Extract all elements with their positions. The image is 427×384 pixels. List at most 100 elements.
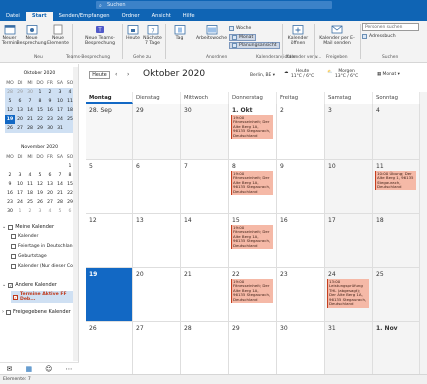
day-cell[interactable]: 13: [133, 214, 181, 268]
mini-day[interactable]: 21: [25, 115, 35, 124]
day-cell[interactable]: 1. Nov: [373, 322, 420, 376]
day-cell[interactable]: 12: [86, 214, 133, 268]
checkbox[interactable]: [11, 264, 16, 269]
mini-day[interactable]: 3: [35, 207, 45, 216]
mini-day[interactable]: 1: [35, 88, 45, 97]
mail-icon[interactable]: ✉: [7, 365, 13, 373]
day-cell[interactable]: 26: [86, 322, 133, 376]
mini-day[interactable]: 30: [25, 88, 35, 97]
day-cell[interactable]: 3: [325, 104, 373, 160]
mini-day[interactable]: 17: [15, 189, 25, 198]
checkbox-checked[interactable]: ✓: [13, 294, 18, 300]
day-cell[interactable]: 9: [277, 160, 325, 214]
day-cell[interactable]: 15 19:00 Fitnesseinheit; Der Alte Berg 1A…: [229, 214, 277, 268]
view-selector[interactable]: ▦ Monat ▾: [377, 72, 400, 77]
checkbox[interactable]: [11, 254, 16, 259]
day-cell[interactable]: 25: [373, 268, 420, 322]
day-cell[interactable]: 23: [277, 268, 325, 322]
mini-day[interactable]: 2: [45, 88, 55, 97]
day-cell[interactable]: 16: [277, 214, 325, 268]
new-meeting-button[interactable]: Neue Besprechung: [16, 24, 47, 46]
teams-meeting-button[interactable]: T Neue Teams-Besprechung: [80, 24, 120, 46]
next7-button[interactable]: 7 Nächste 7 Tage: [142, 24, 163, 46]
day-cell[interactable]: 31: [325, 322, 373, 376]
day-cell[interactable]: 21: [181, 268, 229, 322]
more-icon[interactable]: ⋯: [65, 365, 72, 373]
mini-day[interactable]: 28: [55, 198, 65, 207]
day-cell[interactable]: 14: [181, 214, 229, 268]
day-cell[interactable]: 20: [133, 268, 181, 322]
calendar-event[interactable]: 10:00 Übung; Der Alte Berg 1, 96135 Steg…: [375, 171, 416, 191]
day-cell[interactable]: 22 19:00 Fitnesseinheit; Der Alte Berg 1A…: [229, 268, 277, 322]
workweek-view-button[interactable]: Arbeitswoche: [195, 24, 228, 41]
calendar-item[interactable]: Kalender (Nur dieser Co...: [11, 264, 77, 269]
new-appointment-button[interactable]: Neuer Termin: [1, 24, 18, 46]
day-cell[interactable]: 29: [229, 322, 277, 376]
mini-day[interactable]: 30: [45, 124, 55, 133]
day-cell[interactable]: 19: [86, 268, 133, 322]
mini-day[interactable]: 17: [55, 106, 65, 115]
day-cell[interactable]: 28: [181, 322, 229, 376]
mini-day[interactable]: 2: [25, 207, 35, 216]
mini-day[interactable]: 10: [55, 97, 65, 106]
tab-help[interactable]: Hilfe: [177, 12, 201, 21]
checkbox[interactable]: [11, 234, 16, 239]
folder-pane-scrollbar[interactable]: [73, 67, 78, 361]
mini-day[interactable]: 20: [45, 189, 55, 198]
other-calendars-header[interactable]: ⌄ ✓ Andere Kalender: [2, 282, 57, 288]
mini-day[interactable]: 6: [15, 97, 25, 106]
mini-day[interactable]: 21: [55, 189, 65, 198]
day-cell[interactable]: 24 13:00 Leistungsprüfung THL (abgesagt);…: [325, 268, 373, 322]
next-month-icon[interactable]: ›: [127, 71, 129, 78]
mini-day[interactable]: 30: [5, 207, 15, 216]
schedule-view-button[interactable]: Planungsansicht: [229, 42, 280, 49]
day-cell[interactable]: 28. Sep: [86, 104, 133, 160]
mini-day[interactable]: 26: [5, 124, 15, 133]
day-cell[interactable]: 29: [133, 104, 181, 160]
mini-day[interactable]: 7: [25, 97, 35, 106]
calendar-item-active[interactable]: ✓ Termine Aktive FF Deb...: [11, 291, 78, 303]
day-view-button[interactable]: Tag: [166, 24, 193, 41]
mini-day[interactable]: 29: [35, 124, 45, 133]
mini-day[interactable]: 9: [45, 97, 55, 106]
day-cell[interactable]: 11 10:00 Übung; Der Alte Berg 1, 96135 St…: [373, 160, 420, 214]
mini-day[interactable]: 4: [25, 171, 35, 180]
mini-day[interactable]: 19: [35, 189, 45, 198]
mini-day[interactable]: 2: [5, 171, 15, 180]
mini-day[interactable]: 6: [45, 171, 55, 180]
tab-send-receive[interactable]: Senden/Empfangen: [53, 12, 116, 21]
people-icon[interactable]: ☺: [45, 365, 52, 373]
mini-day[interactable]: 5: [55, 207, 65, 216]
mini-day[interactable]: 9: [5, 180, 15, 189]
mini-day[interactable]: 31: [55, 124, 65, 133]
mini-day[interactable]: 24: [15, 198, 25, 207]
mini-day[interactable]: 12: [35, 180, 45, 189]
mini-day[interactable]: 16: [5, 189, 15, 198]
mini-day[interactable]: 4: [45, 207, 55, 216]
open-calendar-button[interactable]: Kalender öffnen: [284, 24, 312, 46]
day-cell[interactable]: 10: [325, 160, 373, 214]
day-cell[interactable]: 18: [373, 214, 420, 268]
my-calendars-header[interactable]: ⌄ Meine Kalender: [2, 224, 54, 230]
checkbox[interactable]: [8, 224, 14, 230]
mini-day[interactable]: 20: [15, 115, 25, 124]
mini-day[interactable]: 11: [25, 180, 35, 189]
day-cell[interactable]: 5: [86, 160, 133, 214]
search-people-input[interactable]: Personen suchen: [362, 23, 419, 31]
mini-day[interactable]: 10: [15, 180, 25, 189]
mini-day[interactable]: 24: [55, 115, 65, 124]
day-cell[interactable]: 30: [181, 104, 229, 160]
mini-day[interactable]: 14: [25, 106, 35, 115]
calendar-event[interactable]: 19:00 Fitnesseinheit; Der Alte Berg 1A, …: [231, 225, 273, 249]
day-cell[interactable]: 7: [181, 160, 229, 214]
checkbox[interactable]: [6, 309, 11, 315]
tab-folder[interactable]: Ordner: [116, 12, 146, 21]
calendar-event[interactable]: 19:00 Fitnesseinheit; Der Alte Berg 1A, …: [231, 115, 273, 139]
tab-file[interactable]: Datei: [0, 12, 26, 21]
mini-day[interactable]: 18: [25, 189, 35, 198]
prev-month-icon[interactable]: ‹: [115, 71, 117, 78]
share-email-button[interactable]: Kalender per E-Mail senden: [318, 24, 356, 46]
mini-day[interactable]: 23: [45, 115, 55, 124]
mini-day[interactable]: 3: [55, 88, 65, 97]
search-box[interactable]: ⌕ Suchen: [96, 1, 332, 9]
